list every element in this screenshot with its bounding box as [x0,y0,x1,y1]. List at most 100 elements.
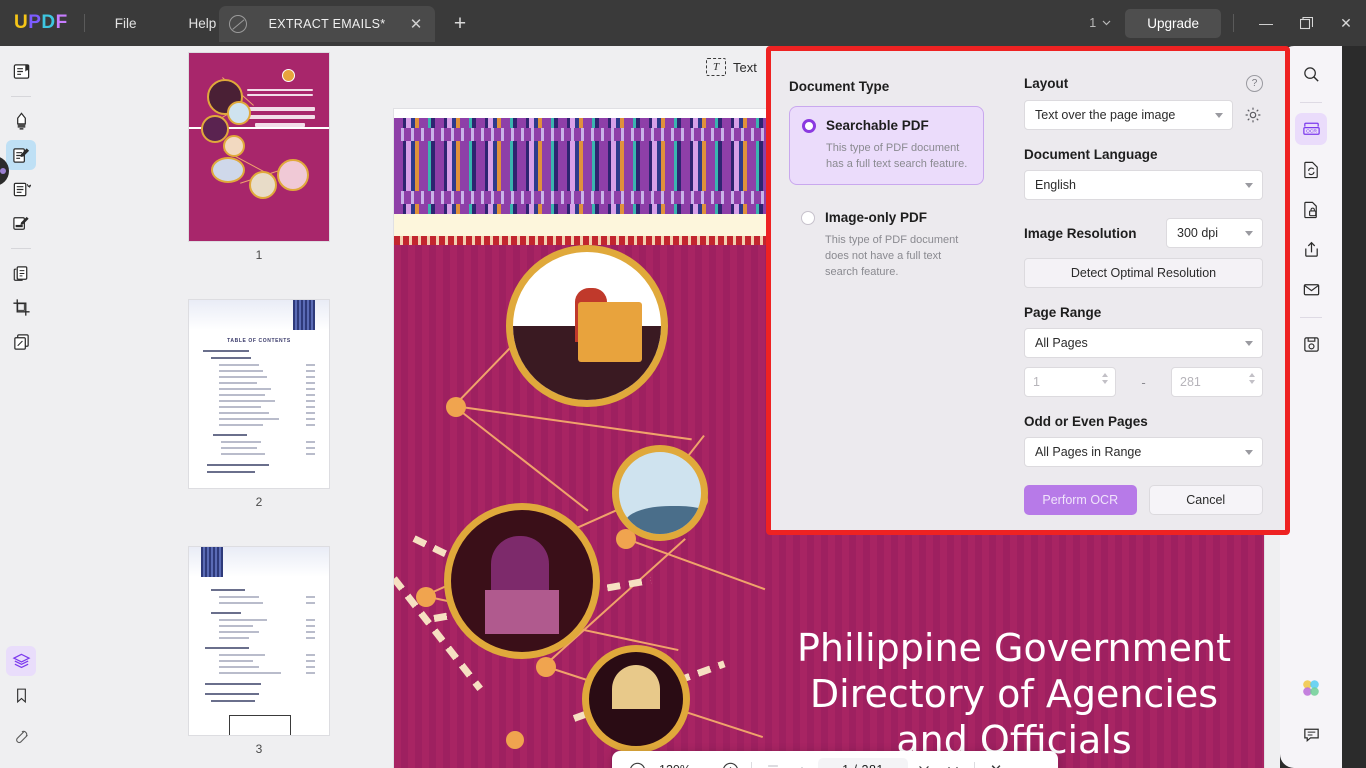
rail-divider [1300,102,1322,103]
sidebar-item-share[interactable] [1295,233,1327,265]
floppy-save-icon [1302,335,1321,354]
signature-icon [12,214,31,233]
sidebar-item-ai-assistant[interactable] [1295,672,1327,704]
thumbnail-image: TABLE OF CONTENTS [188,299,330,489]
sidebar-item-organize[interactable] [6,258,36,288]
sidebar-item-form[interactable] [6,174,36,204]
page-range-from-input[interactable]: 1 [1024,367,1116,397]
document-language-select[interactable]: English [1024,170,1263,200]
thumbnail-doc-title: TABLE OF CONTENTS [189,338,329,344]
window-divider [1233,14,1234,32]
envelope-icon [1302,280,1321,299]
rail-divider [1300,317,1322,318]
book-reader-icon [12,62,31,81]
image-resolution-value: 300 dpi [1177,226,1218,240]
plus-circle-icon[interactable] [717,757,743,768]
text-box-icon: T [706,58,726,76]
chevron-up-icon[interactable] [789,757,815,768]
layers-icon [12,652,31,671]
close-icon[interactable]: ✕ [983,757,1009,768]
option-image-only-pdf[interactable]: Image-only PDF This type of PDF document… [789,199,984,292]
help-circle-icon[interactable]: ? [1246,75,1263,92]
sidebar-item-protect[interactable] [1295,193,1327,225]
sidebar-item-edit[interactable] [6,140,36,170]
stepper-arrows-icon[interactable] [1102,373,1108,384]
page-range-from-value: 1 [1033,375,1040,389]
title-bar: UPDF File Help EXTRACT EMAILS* ✕ + 1 Upg… [0,0,1366,46]
sidebar-item-comments[interactable] [1295,718,1327,750]
sidebar-item-bookmarks[interactable] [6,680,36,710]
odd-or-even-select[interactable]: All Pages in Range [1024,437,1263,467]
pdf-cover-title: Philippine Government Directory of Agenc… [779,625,1249,763]
page-indicator[interactable]: 1 / 281 [818,758,908,768]
thumbnail-page-number: 1 [188,248,330,262]
sidebar-item-batch[interactable] [6,326,36,356]
perform-ocr-button[interactable]: Perform OCR [1024,485,1137,515]
minus-circle-icon[interactable] [624,757,650,768]
sidebar-item-convert[interactable] [1295,153,1327,185]
sidebar-item-ocr[interactable]: OCR [1295,113,1327,145]
minimize-icon[interactable]: — [1246,0,1286,46]
sidebar-item-markup[interactable] [6,106,36,136]
form-fields-icon [12,180,31,199]
chevron-down-icon [1245,450,1253,455]
page-range-select[interactable]: All Pages [1024,328,1263,358]
detect-optimal-resolution-button[interactable]: Detect Optimal Resolution [1024,258,1263,288]
radio-image-only-pdf[interactable] [801,211,815,225]
chevron-double-down-icon[interactable] [911,757,937,768]
layout-select[interactable]: Text over the page image [1024,100,1233,130]
page-range-heading: Page Range [1024,305,1263,320]
option-image-only-pdf-description: This type of PDF document does not have … [825,232,972,280]
text-tool-button[interactable]: T Text [706,58,757,76]
option-searchable-pdf-label: Searchable PDF [826,118,929,133]
sidebar-item-email[interactable] [1295,273,1327,305]
stepper-arrows-icon[interactable] [1249,373,1255,384]
sidebar-item-sign[interactable] [6,208,36,238]
restore-icon[interactable] [1286,0,1326,46]
paperclip-icon [13,729,30,746]
sidebar-item-crop[interactable] [6,292,36,322]
page-range-value: All Pages [1035,336,1088,350]
zoom-level-label[interactable]: 120% [653,763,697,768]
document-tab[interactable]: EXTRACT EMAILS* ✕ [219,6,435,42]
highlighter-icon [12,112,31,131]
account-badge[interactable]: 1 [1089,16,1111,30]
sidebar-item-save[interactable] [1295,328,1327,360]
odd-or-even-heading: Odd or Even Pages [1024,414,1263,429]
pdf-title-line-1: Philippine Government [779,625,1249,671]
upgrade-button[interactable]: Upgrade [1125,9,1221,38]
sidebar-item-search[interactable] [1295,58,1327,90]
odd-or-even-value: All Pages in Range [1035,445,1141,459]
thumbnail-page-1[interactable]: 1 [188,52,330,262]
sidebar-item-layers[interactable] [6,646,36,676]
share-upload-icon [1302,240,1321,259]
text-tool-label: Text [733,60,757,75]
layout-select-value: Text over the page image [1035,108,1175,122]
page-range-to-input[interactable]: 281 [1171,367,1263,397]
file-convert-icon [1302,160,1321,179]
ocr-settings-section: Layout ? Text over the page image Docume… [1006,51,1285,530]
thumbnail-panel[interactable]: 1 TABLE OF CONTENTS [42,46,390,768]
gear-icon[interactable] [1243,105,1263,125]
page-range-separator: - [1116,375,1171,390]
toolbar-divider [751,762,752,768]
window-controls-group: 1 Upgrade — ✕ [1089,0,1366,46]
account-badge-label: 1 [1089,16,1096,30]
sidebar-item-reader[interactable] [6,56,36,86]
option-searchable-pdf[interactable]: Searchable PDF This type of PDF document… [789,106,984,185]
radio-searchable-pdf[interactable] [802,119,816,133]
thumbnail-page-3[interactable]: 3 [188,546,330,756]
cancel-button[interactable]: Cancel [1149,485,1264,515]
go-first-icon[interactable] [760,757,786,768]
toolbar-divider [974,762,975,768]
menu-file[interactable]: File [101,10,151,37]
ocr-dialog: Document Type Searchable PDF This type o… [766,46,1290,535]
go-last-icon[interactable] [940,757,966,768]
thumbnail-page-2[interactable]: TABLE OF CONTENTS [188,299,330,509]
image-resolution-select[interactable]: 300 dpi [1166,218,1263,248]
search-icon [1302,65,1321,84]
close-icon[interactable]: ✕ [1326,0,1366,46]
close-icon[interactable]: ✕ [407,15,425,33]
plus-icon[interactable]: + [447,12,473,38]
sidebar-item-attachments[interactable] [6,722,36,752]
